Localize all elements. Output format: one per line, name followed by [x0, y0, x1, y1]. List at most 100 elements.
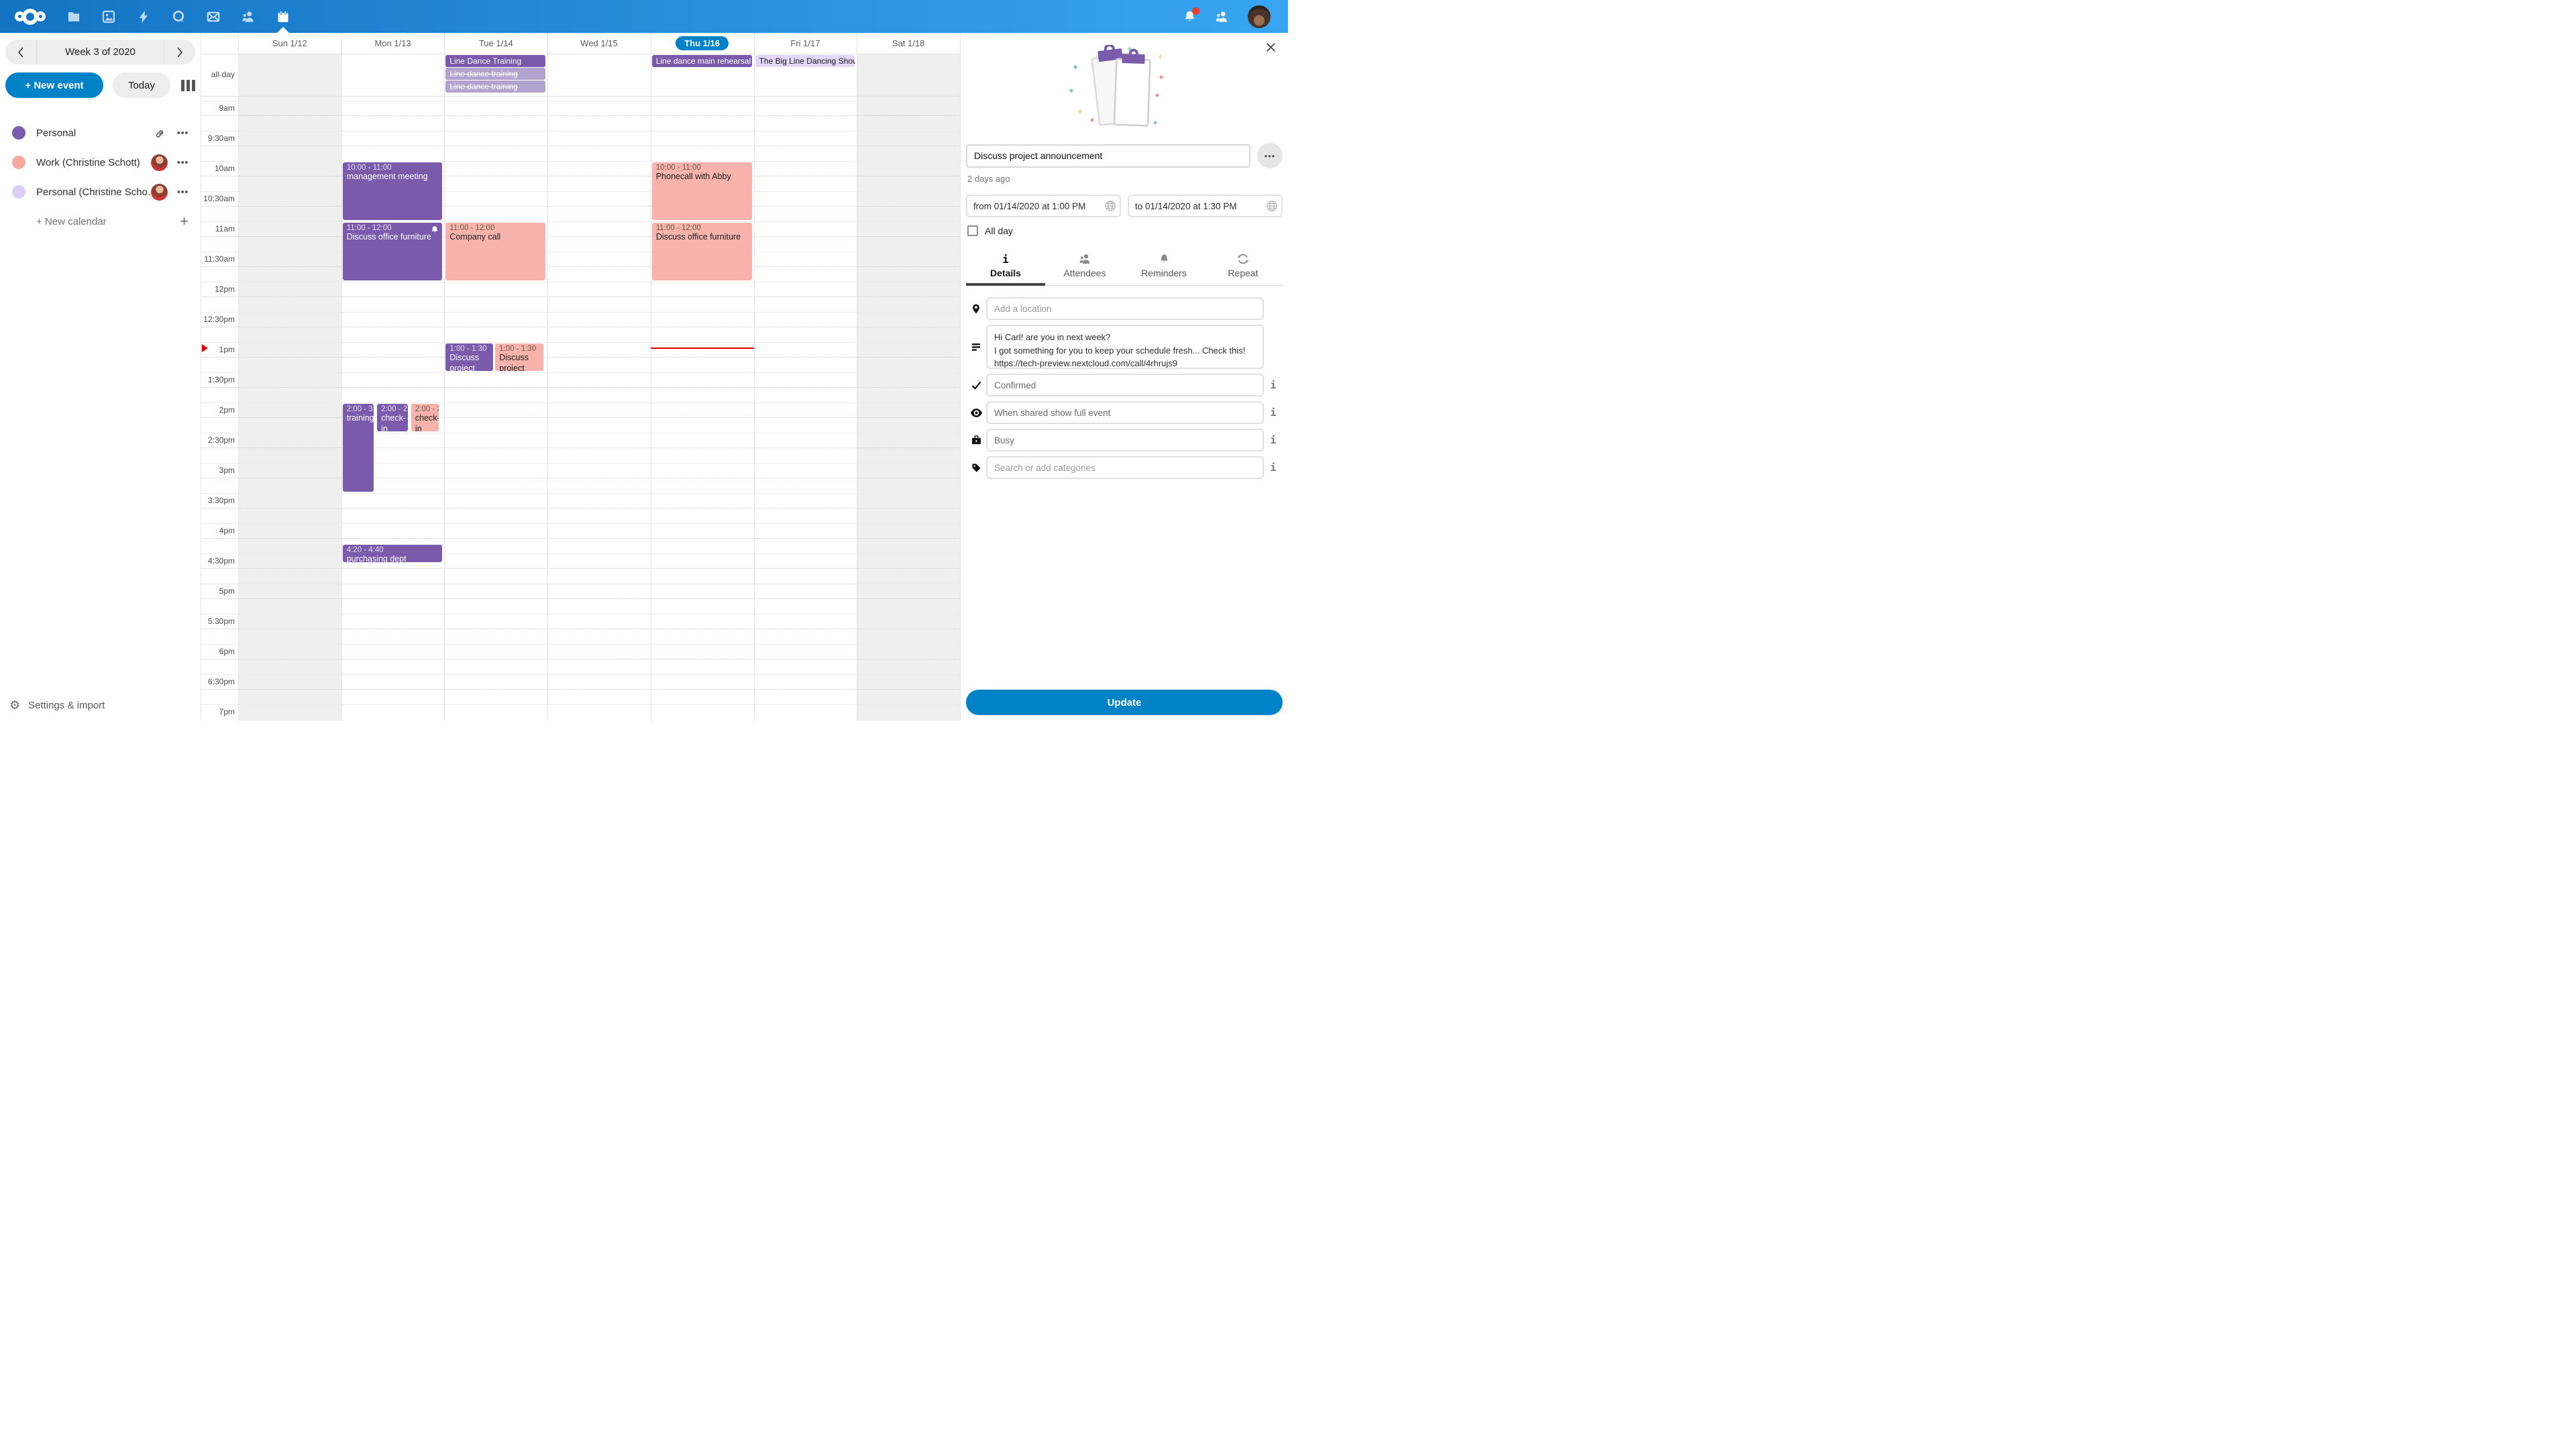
visibility-field-row: i: [966, 401, 1283, 424]
day-header-today[interactable]: Thu 1/16: [651, 33, 754, 54]
half-hour-line: [201, 206, 960, 207]
description-lines-icon: [966, 342, 986, 352]
status-select[interactable]: [986, 374, 1264, 396]
busy-select[interactable]: [986, 429, 1264, 451]
contacts-menu-icon[interactable]: [1215, 10, 1229, 23]
start-date-input[interactable]: [966, 195, 1121, 217]
calendar-event[interactable]: 2:00 - 3:30training: [342, 403, 374, 492]
calendar-menu-icon[interactable]: •••: [177, 186, 189, 198]
description-textarea[interactable]: Hi Carl! are you in next week? I got som…: [986, 325, 1264, 369]
calendar-event[interactable]: 1:00 - 1:30Discuss project announcement: [445, 343, 493, 372]
calendar-event[interactable]: 4:20 - 4:40purchasing dept: [342, 544, 443, 563]
previous-week-button[interactable]: [5, 40, 36, 64]
calendar-event[interactable]: 2:00 - 2:30check-in: [411, 403, 439, 432]
allday-event[interactable]: Line dance training: [445, 81, 545, 93]
contacts-app-icon[interactable]: [231, 0, 266, 33]
allday-event[interactable]: The Big Line Dancing Show: [755, 55, 855, 67]
calendar-color-dot: [12, 126, 25, 140]
tab-reminders[interactable]: Reminders: [1124, 250, 1203, 285]
timezone-globe-icon[interactable]: [1266, 200, 1278, 215]
day-header[interactable]: Sat 1/18: [857, 33, 960, 54]
mail-app-icon[interactable]: [196, 0, 231, 33]
hour-line: [201, 372, 960, 373]
status-info-icon[interactable]: i: [1264, 379, 1283, 391]
calendar-event[interactable]: 2:00 - 2:30check-in: [376, 403, 409, 432]
allday-event[interactable]: Line dance training: [445, 68, 545, 80]
event-title: Company call: [449, 232, 541, 243]
time-label: 10:30am: [201, 194, 235, 203]
day-header[interactable]: Wed 1/15: [547, 33, 651, 54]
today-button[interactable]: Today: [113, 72, 170, 98]
calendar-event[interactable]: 10:00 - 11:00Phonecall with Abby: [651, 162, 753, 221]
close-icon[interactable]: [1266, 42, 1276, 52]
user-avatar[interactable]: [1248, 5, 1271, 28]
time-label: 4:30pm: [201, 556, 235, 566]
week-label[interactable]: Week 3 of 2020: [36, 40, 164, 64]
settings-import-button[interactable]: ⚙ Settings & import: [0, 690, 201, 720]
more-actions-button[interactable]: •••: [1257, 143, 1283, 168]
tab-attendees[interactable]: Attendees: [1045, 250, 1124, 285]
event-title-input[interactable]: [966, 144, 1250, 168]
share-link-icon[interactable]: [155, 127, 166, 139]
day-header[interactable]: Fri 1/17: [754, 33, 857, 54]
nextcloud-logo[interactable]: [15, 9, 46, 25]
next-week-button[interactable]: [164, 40, 195, 64]
view-mode-icon[interactable]: [181, 80, 195, 91]
calendar-event[interactable]: 11:00 - 12:00Discuss office furniture: [651, 222, 753, 281]
allday-event[interactable]: Line dance main rehearsal: [652, 55, 752, 67]
files-app-icon[interactable]: [56, 0, 91, 33]
title-row: •••: [966, 143, 1283, 168]
description-field-row: Hi Carl! are you in next week? I got som…: [966, 325, 1283, 369]
talk-app-icon[interactable]: [161, 0, 196, 33]
calendar-item-work-christine[interactable]: Work (Christine Schott) •••: [4, 148, 197, 177]
hour-line: [201, 644, 960, 645]
time-label: 3:30pm: [201, 496, 235, 505]
event-title: check-in: [415, 413, 435, 432]
tab-details[interactable]: i Details: [966, 250, 1045, 285]
top-header: [0, 0, 1288, 33]
calendar-event[interactable]: 11:00 - 12:00Company call: [445, 222, 546, 281]
visibility-info-icon[interactable]: i: [1264, 407, 1283, 419]
calendar-event[interactable]: 11:00 - 12:00Discuss office furniture: [342, 222, 443, 281]
half-hour-line: [201, 689, 960, 690]
all-day-checkbox[interactable]: [967, 225, 978, 236]
categories-info-icon[interactable]: i: [1264, 462, 1283, 474]
calendar-event[interactable]: 10:00 - 11:00management meeting: [342, 162, 443, 221]
timezone-globe-icon[interactable]: [1104, 200, 1116, 215]
calendar-app-icon[interactable]: [266, 0, 301, 33]
location-input[interactable]: [986, 297, 1264, 320]
end-date-input[interactable]: [1128, 195, 1283, 217]
day-header[interactable]: Mon 1/13: [341, 33, 445, 54]
half-hour-line: [201, 357, 960, 358]
notifications-bell-icon[interactable]: [1183, 10, 1196, 23]
detail-fields: Hi Carl! are you in next week? I got som…: [966, 292, 1283, 484]
new-event-button[interactable]: + New event: [5, 72, 103, 98]
photos-app-icon[interactable]: [91, 0, 126, 33]
calendar-item-personal-christine[interactable]: Personal (Christine Scho… •••: [4, 177, 197, 207]
tab-repeat[interactable]: Repeat: [1203, 250, 1283, 285]
sidebar-actions: + New event Today: [5, 72, 195, 98]
logo-circle: [22, 9, 38, 25]
calendar-menu-icon[interactable]: •••: [177, 157, 189, 168]
calendar-menu-icon[interactable]: •••: [177, 127, 189, 139]
event-time: 10:00 - 11:00: [347, 164, 439, 172]
visibility-select[interactable]: [986, 401, 1264, 424]
calendar-item-personal[interactable]: Personal •••: [4, 118, 197, 148]
half-hour-line: [201, 266, 960, 267]
time-label: 2pm: [201, 405, 235, 415]
activity-app-icon[interactable]: [126, 0, 161, 33]
day-header[interactable]: Tue 1/14: [444, 33, 547, 54]
day-header[interactable]: Sun 1/12: [238, 33, 341, 54]
busy-info-icon[interactable]: i: [1264, 434, 1283, 446]
categories-input[interactable]: [986, 456, 1264, 479]
repeat-icon: [1203, 252, 1283, 266]
event-time: 10:00 - 11:00: [656, 164, 748, 172]
allday-event[interactable]: Line Dance Training: [445, 55, 545, 67]
event-title: check-in: [381, 413, 404, 432]
calendar-event[interactable]: 1:00 - 1:30Discuss project: [494, 343, 544, 372]
update-button[interactable]: Update: [966, 690, 1283, 715]
all-day-label: All day: [985, 225, 1013, 236]
event-time: 1:00 - 1:30: [449, 345, 488, 353]
new-calendar-button[interactable]: + New calendar +: [4, 207, 197, 236]
attendees-icon: [1045, 252, 1124, 266]
